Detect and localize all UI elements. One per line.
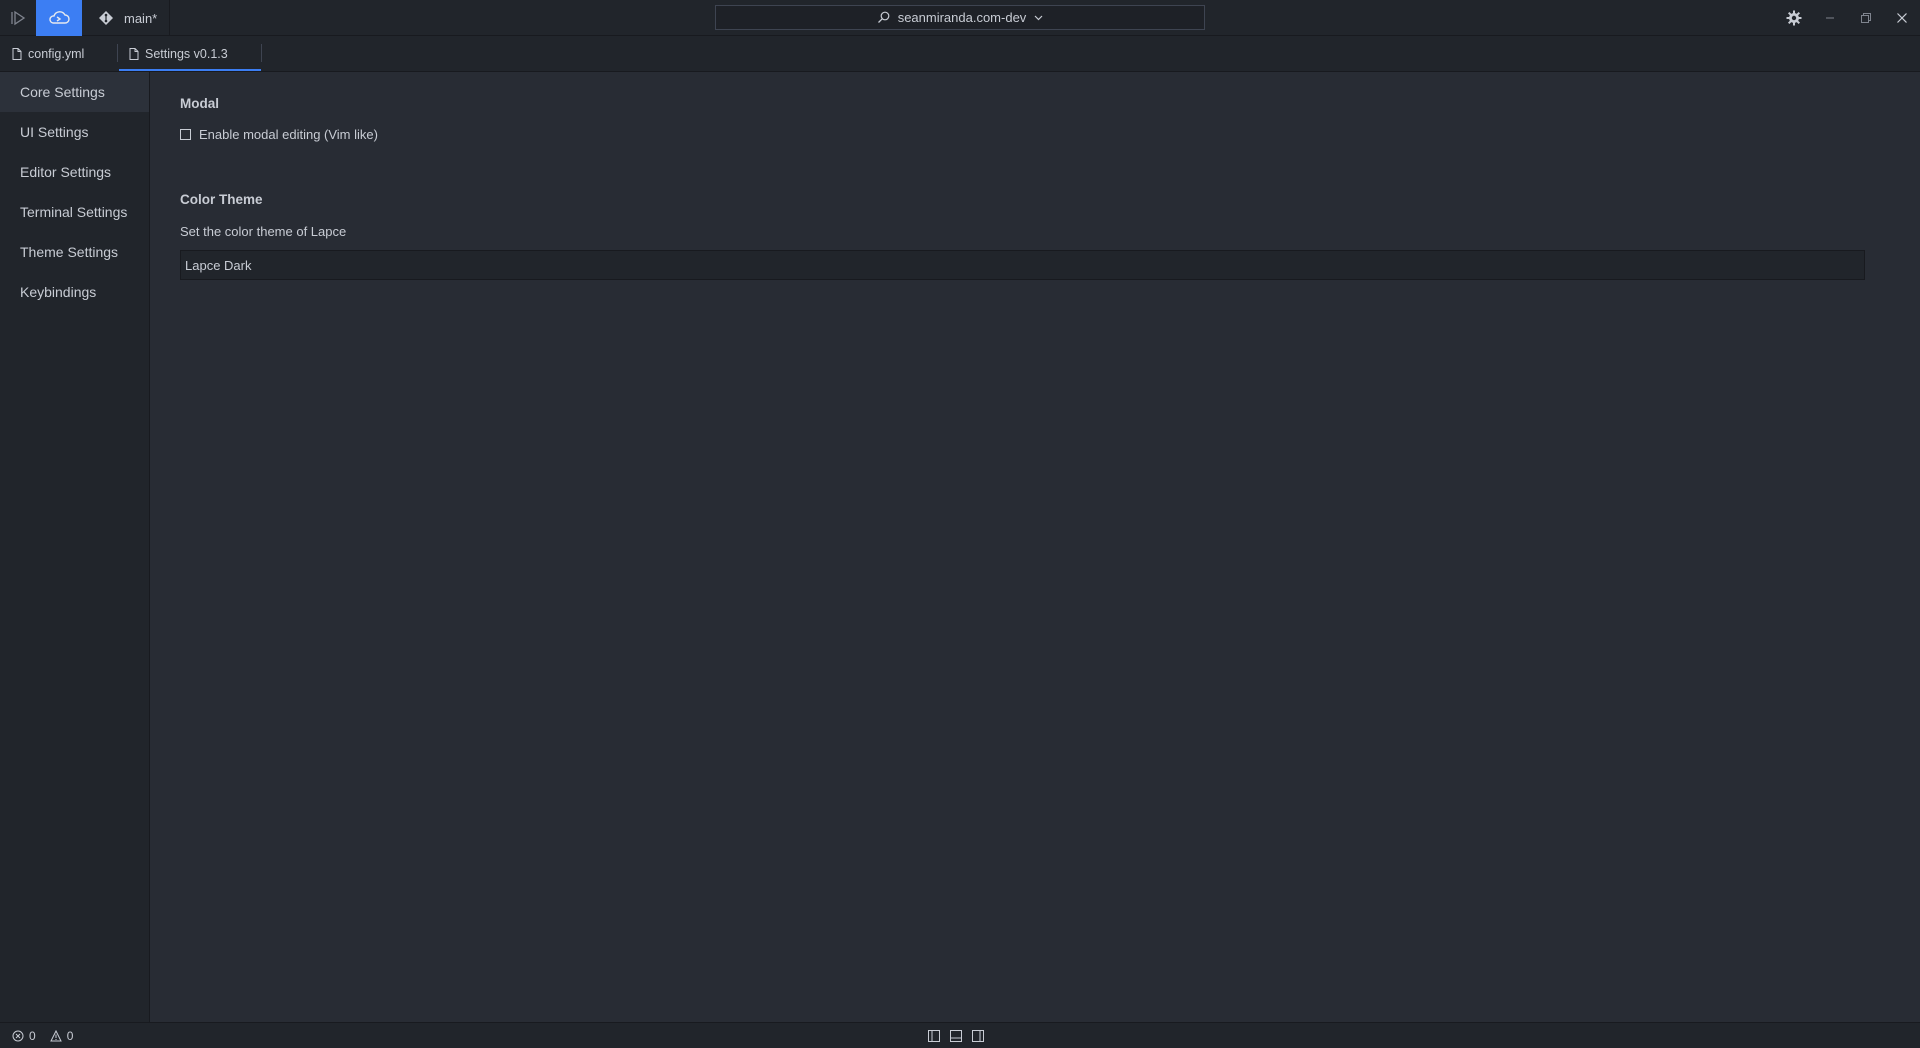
modal-editing-option[interactable]: Enable modal editing (Vim like) <box>180 127 378 142</box>
active-tab-indicator <box>119 69 261 71</box>
file-icon <box>129 47 139 60</box>
workspace-label: seanmiranda.com-dev <box>897 10 1027 25</box>
tab-label: config.yml <box>28 46 85 61</box>
error-count: 0 <box>29 1028 36 1043</box>
right-panel-icon[interactable] <box>972 1029 984 1042</box>
settings-sidebar: Core Settings UI Settings Editor Setting… <box>0 72 150 1022</box>
modal-editing-label: Enable modal editing (Vim like) <box>199 127 378 142</box>
section-title-color-theme: Color Theme <box>180 192 263 207</box>
sidebar-item-keybindings[interactable]: Keybindings <box>0 272 149 312</box>
search-icon <box>877 11 890 24</box>
gear-icon <box>1786 10 1802 26</box>
sidebar-item-terminal-settings[interactable]: Terminal Settings <box>0 192 149 232</box>
diagnostics-summary[interactable]: 0 0 <box>12 1023 73 1048</box>
section-title-modal: Modal <box>180 96 219 111</box>
error-icon <box>12 1030 24 1042</box>
git-branch-icon <box>98 10 114 26</box>
minimize-button[interactable] <box>1812 0 1848 36</box>
sidebar-item-editor-settings[interactable]: Editor Settings <box>0 152 149 192</box>
workspace-search[interactable]: seanmiranda.com-dev <box>715 5 1205 30</box>
modal-editing-checkbox[interactable] <box>180 129 191 140</box>
status-bar: 0 0 <box>0 1022 1920 1048</box>
restore-icon <box>1860 12 1872 24</box>
title-bar: main* seanmiranda.com-dev <box>0 0 1920 36</box>
minimize-icon <box>1824 12 1836 24</box>
close-icon <box>1896 12 1908 24</box>
settings-button[interactable] <box>1776 0 1812 36</box>
chevron-down-icon <box>1034 15 1043 21</box>
tab-separator <box>117 44 118 62</box>
tab-separator <box>261 44 262 62</box>
sidebar-item-theme-settings[interactable]: Theme Settings <box>0 232 149 272</box>
restore-button[interactable] <box>1848 0 1884 36</box>
editor-tab-bar: config.yml Settings v0.1.3 <box>0 36 1920 72</box>
warning-icon <box>49 1029 62 1042</box>
left-panel-icon[interactable] <box>928 1029 940 1042</box>
bottom-panel-icon[interactable] <box>950 1029 962 1042</box>
sidebar-item-core-settings[interactable]: Core Settings <box>0 72 149 112</box>
warning-count: 0 <box>66 1028 74 1043</box>
file-icon <box>12 47 22 60</box>
tab-config-yml[interactable]: config.yml <box>12 36 118 71</box>
color-theme-description: Set the color theme of Lapce <box>180 224 347 239</box>
close-button[interactable] <box>1884 0 1920 36</box>
git-branch-button[interactable]: main* <box>82 0 170 36</box>
remote-icon <box>48 10 70 26</box>
run-icon <box>10 10 26 26</box>
tab-label: Settings v0.1.3 <box>145 46 228 61</box>
sidebar-item-ui-settings[interactable]: UI Settings <box>0 112 149 152</box>
color-theme-input[interactable] <box>180 250 1865 280</box>
tab-settings[interactable]: Settings v0.1.3 <box>119 36 261 71</box>
remote-button[interactable] <box>36 0 82 36</box>
branch-label: main* <box>124 10 158 26</box>
settings-panel: Modal Enable modal editing (Vim like) Co… <box>150 72 1920 1022</box>
run-button[interactable] <box>0 0 36 36</box>
